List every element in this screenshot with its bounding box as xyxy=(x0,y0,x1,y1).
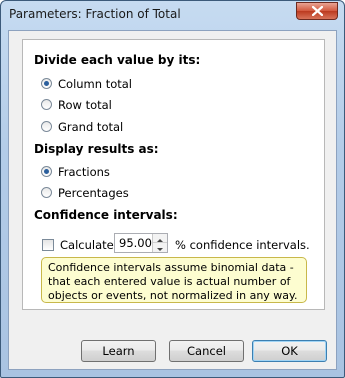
radio-column-total[interactable]: Column total xyxy=(41,77,161,91)
radio-percentages[interactable]: Percentages xyxy=(41,186,161,200)
radio-fractions[interactable]: Fractions xyxy=(41,165,161,179)
confidence-suffix-label: % confidence intervals. xyxy=(175,238,310,252)
divide-heading: Divide each value by its: xyxy=(34,53,201,67)
calculate-checkbox[interactable] xyxy=(42,239,54,251)
window-title: Parameters: Fraction of Total xyxy=(9,7,181,21)
radio-button[interactable] xyxy=(41,99,52,110)
confidence-level-value[interactable]: 95.00 xyxy=(119,236,152,250)
ok-button[interactable]: OK xyxy=(252,340,327,362)
chevron-down-icon xyxy=(157,248,163,251)
confidence-heading: Confidence intervals: xyxy=(34,208,178,222)
radio-row-total[interactable]: Row total xyxy=(41,98,161,112)
radio-button[interactable] xyxy=(41,78,52,89)
cancel-button[interactable]: Cancel xyxy=(169,340,244,362)
display-heading: Display results as: xyxy=(34,142,159,156)
confidence-level-stepper[interactable]: 95.00 xyxy=(114,233,168,253)
close-icon xyxy=(312,6,323,16)
learn-button[interactable]: Learn xyxy=(81,340,156,362)
options-panel: Divide each value by its: Column total R… xyxy=(22,39,325,310)
close-button[interactable] xyxy=(296,2,338,20)
radio-button[interactable] xyxy=(41,166,52,177)
dialog-body: Divide each value by its: Column total R… xyxy=(8,30,337,370)
radio-grand-total[interactable]: Grand total xyxy=(41,120,161,134)
stepper-up-button[interactable] xyxy=(153,234,167,243)
title-bar[interactable]: Parameters: Fraction of Total xyxy=(1,1,344,29)
dialog-window: Parameters: Fraction of Total Divide eac… xyxy=(0,0,345,378)
stepper-buttons xyxy=(152,234,167,252)
confidence-note: Confidence intervals assume binomial dat… xyxy=(41,257,307,303)
radio-button[interactable] xyxy=(41,187,52,198)
radio-button[interactable] xyxy=(41,121,52,132)
calculate-label: Calculate xyxy=(60,238,114,252)
stepper-down-button[interactable] xyxy=(153,243,167,252)
